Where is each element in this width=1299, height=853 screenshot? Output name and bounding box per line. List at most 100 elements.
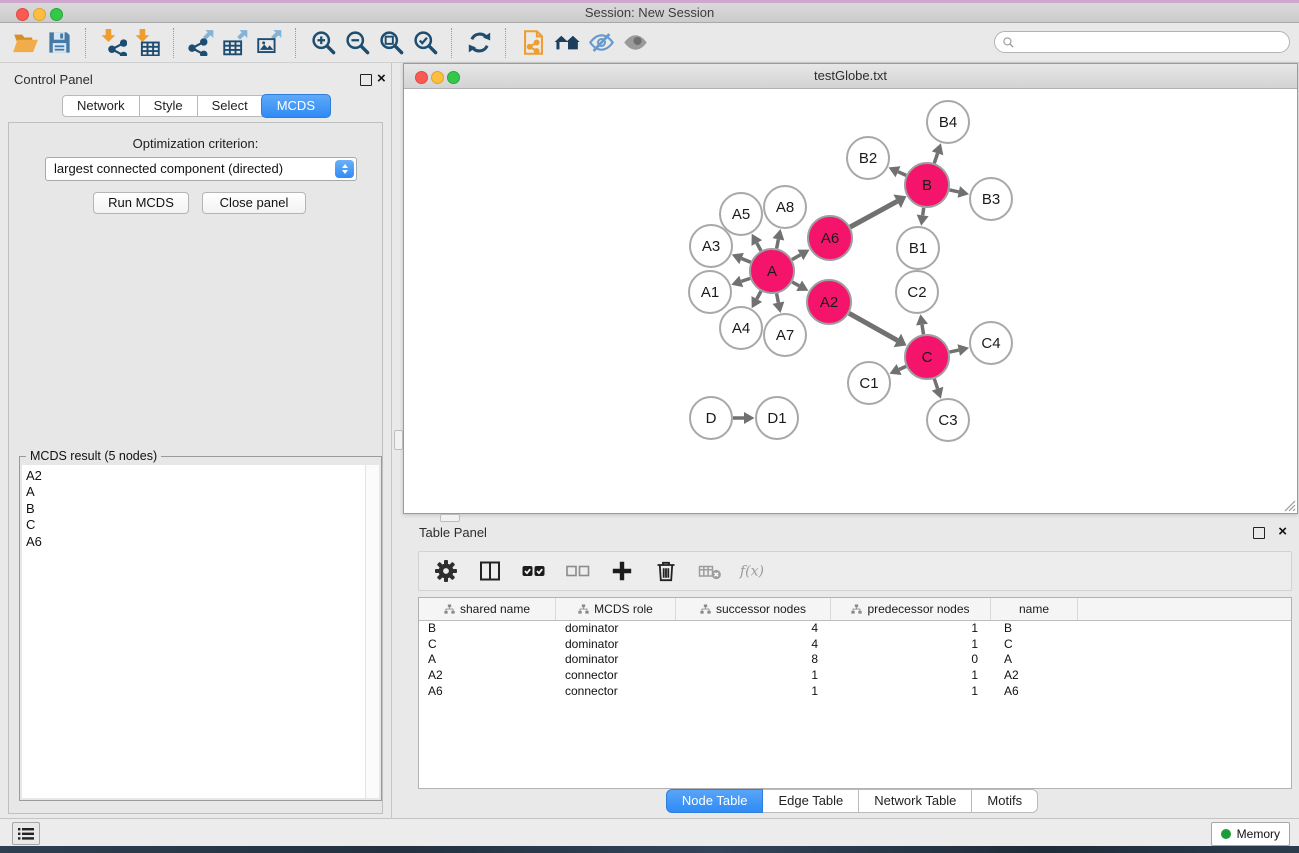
- node-B[interactable]: B: [905, 163, 949, 207]
- cell[interactable]: 1: [831, 668, 991, 684]
- run-mcds-button[interactable]: Run MCDS: [93, 192, 189, 214]
- edge-C-C2[interactable]: [922, 325, 924, 335]
- network-window-titlebar[interactable]: testGlobe.txt: [404, 64, 1297, 89]
- cell[interactable]: C: [991, 637, 1078, 653]
- cell[interactable]: 1: [831, 637, 991, 653]
- result-item[interactable]: A6: [22, 534, 365, 550]
- import-network-button[interactable]: [96, 26, 130, 60]
- cell[interactable]: B: [991, 621, 1078, 637]
- node-A1[interactable]: A1: [689, 271, 731, 313]
- edge-C-C1[interactable]: [899, 366, 906, 369]
- cell[interactable]: connector: [556, 684, 676, 700]
- node-A2[interactable]: A2: [807, 280, 851, 324]
- table-row[interactable]: A6connector11A6: [419, 684, 1291, 700]
- node-C4[interactable]: C4: [970, 322, 1012, 364]
- cell[interactable]: C: [419, 637, 556, 653]
- node-A[interactable]: A: [750, 249, 794, 293]
- float-table-panel-icon[interactable]: [1253, 527, 1265, 539]
- table-row[interactable]: Cdominator41C: [419, 637, 1291, 653]
- table-row[interactable]: Bdominator41B: [419, 621, 1291, 637]
- cell[interactable]: A: [419, 652, 556, 668]
- tab-node-table[interactable]: Node Table: [666, 789, 764, 813]
- cell[interactable]: A2: [419, 668, 556, 684]
- tab-motifs[interactable]: Motifs: [972, 789, 1038, 813]
- cell[interactable]: 1: [831, 621, 991, 637]
- cell[interactable]: connector: [556, 668, 676, 684]
- zoom-selected-button[interactable]: [408, 26, 442, 60]
- result-item[interactable]: A2: [22, 468, 365, 484]
- export-network-button[interactable]: [184, 26, 218, 60]
- cell[interactable]: dominator: [556, 637, 676, 653]
- edge-A-A7[interactable]: [777, 294, 779, 303]
- node-A6[interactable]: A6: [808, 216, 852, 260]
- cell[interactable]: A6: [419, 684, 556, 700]
- zoom-out-button[interactable]: [340, 26, 374, 60]
- cell[interactable]: 0: [831, 652, 991, 668]
- edge-B-B3[interactable]: [950, 190, 959, 192]
- search-box[interactable]: [994, 31, 1290, 53]
- result-scrollbar[interactable]: [365, 465, 379, 798]
- search-input[interactable]: [1020, 33, 1289, 51]
- cell[interactable]: 8: [676, 652, 831, 668]
- node-D1[interactable]: D1: [756, 397, 798, 439]
- memory-button[interactable]: Memory: [1211, 822, 1290, 846]
- tab-mcds[interactable]: MCDS: [261, 94, 331, 118]
- create-column-button[interactable]: [607, 556, 637, 586]
- table-settings-button[interactable]: [431, 556, 461, 586]
- hide-all-columns-button[interactable]: [563, 556, 593, 586]
- tab-style[interactable]: Style: [140, 95, 198, 117]
- node-A4[interactable]: A4: [720, 307, 762, 349]
- import-table-button[interactable]: [130, 26, 164, 60]
- show-all-button[interactable]: [618, 26, 652, 60]
- cell[interactable]: dominator: [556, 621, 676, 637]
- node-A3[interactable]: A3: [690, 225, 732, 267]
- refresh-button[interactable]: [462, 26, 496, 60]
- resize-grip-icon[interactable]: [1283, 499, 1296, 512]
- node-B1[interactable]: B1: [897, 227, 939, 269]
- node-C[interactable]: C: [905, 335, 949, 379]
- edge-A-A5[interactable]: [757, 243, 761, 251]
- column-header-predecessor-nodes[interactable]: predecessor nodes: [831, 598, 991, 620]
- column-header-shared-name[interactable]: shared name: [419, 598, 556, 620]
- close-table-panel-icon[interactable]: ×: [1278, 526, 1287, 538]
- close-panel-button[interactable]: Close panel: [202, 192, 306, 214]
- cell[interactable]: 1: [831, 684, 991, 700]
- show-all-columns-button[interactable]: [519, 556, 549, 586]
- edge-A-A1[interactable]: [741, 278, 750, 281]
- save-session-button[interactable]: [42, 26, 76, 60]
- hide-selected-button[interactable]: [584, 26, 618, 60]
- result-item[interactable]: A: [22, 484, 365, 500]
- cell[interactable]: B: [419, 621, 556, 637]
- cell[interactable]: 1: [676, 684, 831, 700]
- table-row[interactable]: Adominator80A: [419, 652, 1291, 668]
- task-history-button[interactable]: [12, 822, 40, 845]
- tab-select[interactable]: Select: [198, 95, 263, 117]
- edge-A-A3[interactable]: [742, 259, 751, 263]
- edge-C-C4[interactable]: [950, 350, 959, 352]
- delete-columns-button[interactable]: [651, 556, 681, 586]
- network-overview-button[interactable]: [516, 26, 550, 60]
- node-C3[interactable]: C3: [927, 399, 969, 441]
- tab-edge-table[interactable]: Edge Table: [763, 789, 859, 813]
- edge-B-B1[interactable]: [923, 208, 924, 216]
- edge-A-A2[interactable]: [792, 282, 799, 286]
- cell[interactable]: 4: [676, 621, 831, 637]
- export-table-button[interactable]: [218, 26, 252, 60]
- column-header-mcds-role[interactable]: MCDS role: [556, 598, 676, 620]
- tab-network-table[interactable]: Network Table: [859, 789, 972, 813]
- network-canvas[interactable]: B4B2BB3A5A8A6A3B1AA1C2A2A4A7C4CC1C3DD1: [404, 89, 1297, 513]
- node-A8[interactable]: A8: [764, 186, 806, 228]
- node-B2[interactable]: B2: [847, 137, 889, 179]
- close-panel-icon[interactable]: ×: [377, 73, 386, 85]
- edge-A-A6[interactable]: [792, 255, 800, 260]
- cell[interactable]: 4: [676, 637, 831, 653]
- zoom-in-button[interactable]: [306, 26, 340, 60]
- tab-network[interactable]: Network: [62, 95, 140, 117]
- node-D[interactable]: D: [690, 397, 732, 439]
- criterion-select[interactable]: largest connected component (directed): [45, 157, 357, 181]
- node-B4[interactable]: B4: [927, 101, 969, 143]
- table-row[interactable]: A2connector11A2: [419, 668, 1291, 684]
- split-panel-button[interactable]: [475, 556, 505, 586]
- vertical-splitter-grip[interactable]: [394, 430, 403, 450]
- column-header-name[interactable]: name: [991, 598, 1078, 620]
